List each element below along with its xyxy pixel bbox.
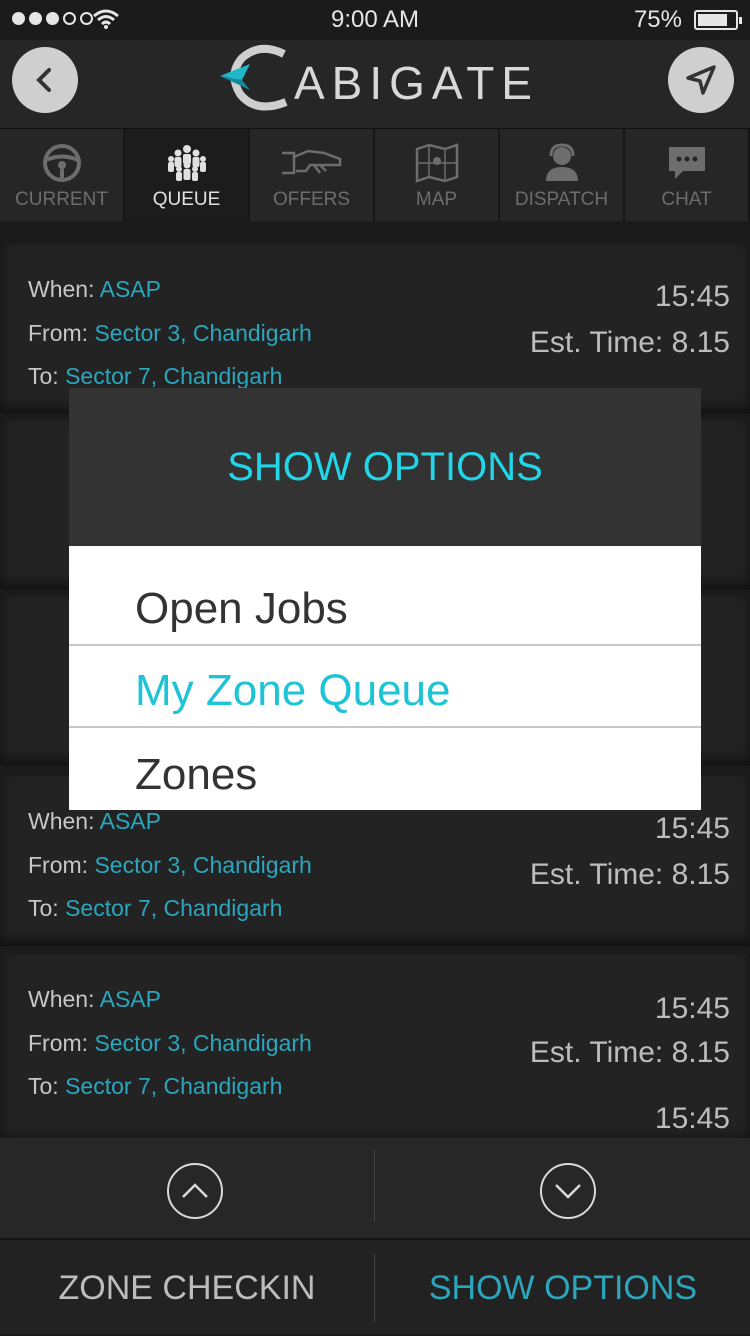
chevron-down-icon	[555, 1184, 581, 1199]
chevron-up-icon	[182, 1183, 208, 1198]
navigation-arrow-icon	[686, 65, 716, 95]
job-est-time: Est. Time: 8.15	[529, 858, 730, 891]
option-my-zone-queue[interactable]: My Zone Queue	[69, 646, 701, 728]
navigation-button[interactable]	[668, 47, 734, 113]
battery-percent: 75%	[633, 6, 682, 33]
tab-dispatch[interactable]: DISPATCH	[500, 129, 625, 221]
chevron-left-icon	[36, 68, 51, 92]
job-time: 15:45	[654, 280, 730, 313]
tab-chat[interactable]: CHAT	[625, 129, 750, 221]
tab-bar: CURRENT QUEUE OFFERS MAP DISPATCH CHAT	[0, 128, 750, 221]
to-row: To: Sector 7, Chandigarh	[28, 1073, 283, 1099]
cabigate-logo: ABIGATE	[220, 44, 539, 114]
option-open-jobs[interactable]: Open Jobs	[69, 546, 701, 646]
when-row: When: ASAP	[28, 808, 161, 834]
divider	[374, 1150, 375, 1222]
tab-queue[interactable]: QUEUE	[125, 129, 250, 221]
scroll-controls	[0, 1138, 750, 1238]
tab-current[interactable]: CURRENT	[0, 129, 125, 221]
tab-label: CHAT	[661, 189, 712, 210]
tab-label: OFFERS	[272, 189, 351, 210]
tab-label: MAP	[415, 189, 458, 210]
scroll-down-button[interactable]	[540, 1163, 596, 1219]
tab-label: QUEUE	[152, 189, 221, 210]
show-options-button[interactable]: SHOW OPTIONS	[376, 1240, 750, 1336]
show-options-dialog: SHOW OPTIONS Open Jobs My Zone Queue Zon…	[69, 388, 701, 810]
battery-icon	[694, 10, 742, 30]
tab-label: DISPATCH	[514, 189, 609, 210]
logo-text: ABIGATE	[294, 57, 539, 109]
job-est-time: Est. Time: 8.15	[529, 326, 730, 359]
when-row: When: ASAP	[28, 986, 161, 1012]
from-row: From: Sector 3, Chandigarh	[28, 320, 312, 346]
to-row: To: Sector 7, Chandigarh	[28, 363, 283, 389]
back-button[interactable]	[12, 47, 78, 113]
people-queue-icon	[167, 145, 206, 181]
bottom-action-bar: ZONE CHECKIN SHOW OPTIONS	[0, 1238, 750, 1334]
zone-checkin-button[interactable]: ZONE CHECKIN	[0, 1240, 374, 1336]
job-time: 15:45	[654, 812, 730, 845]
chat-bubble-icon	[668, 147, 705, 179]
tab-label: CURRENT	[15, 189, 108, 210]
job-card[interactable]: When: ASAP From: Sector 3, Chandigarh To…	[0, 954, 750, 1138]
app-header: ABIGATE	[0, 40, 750, 128]
job-time: 15:45	[654, 992, 730, 1025]
map-icon	[415, 143, 458, 183]
from-row: From: Sector 3, Chandigarh	[28, 852, 312, 878]
divider	[374, 1254, 375, 1322]
logo-c-mark-icon	[220, 44, 288, 111]
job-est-time: Est. Time: 8.15	[529, 1036, 730, 1069]
operator-headset-icon	[545, 143, 578, 181]
next-job-time: 15:45	[654, 1102, 730, 1135]
tab-map[interactable]: MAP	[375, 129, 500, 221]
handshake-icon	[281, 149, 341, 175]
to-row: To: Sector 7, Chandigarh	[28, 895, 283, 921]
status-bar: 9:00 AM 75%	[0, 0, 750, 40]
options-list: Open Jobs My Zone Queue Zones	[69, 546, 701, 810]
option-zones[interactable]: Zones	[69, 728, 701, 810]
dialog-title: SHOW OPTIONS	[69, 388, 701, 546]
steering-wheel-icon	[42, 144, 81, 182]
from-row: From: Sector 3, Chandigarh	[28, 1030, 312, 1056]
scroll-up-button[interactable]	[167, 1163, 223, 1219]
when-row: When: ASAP	[28, 276, 161, 302]
tab-offers[interactable]: OFFERS	[250, 129, 375, 221]
